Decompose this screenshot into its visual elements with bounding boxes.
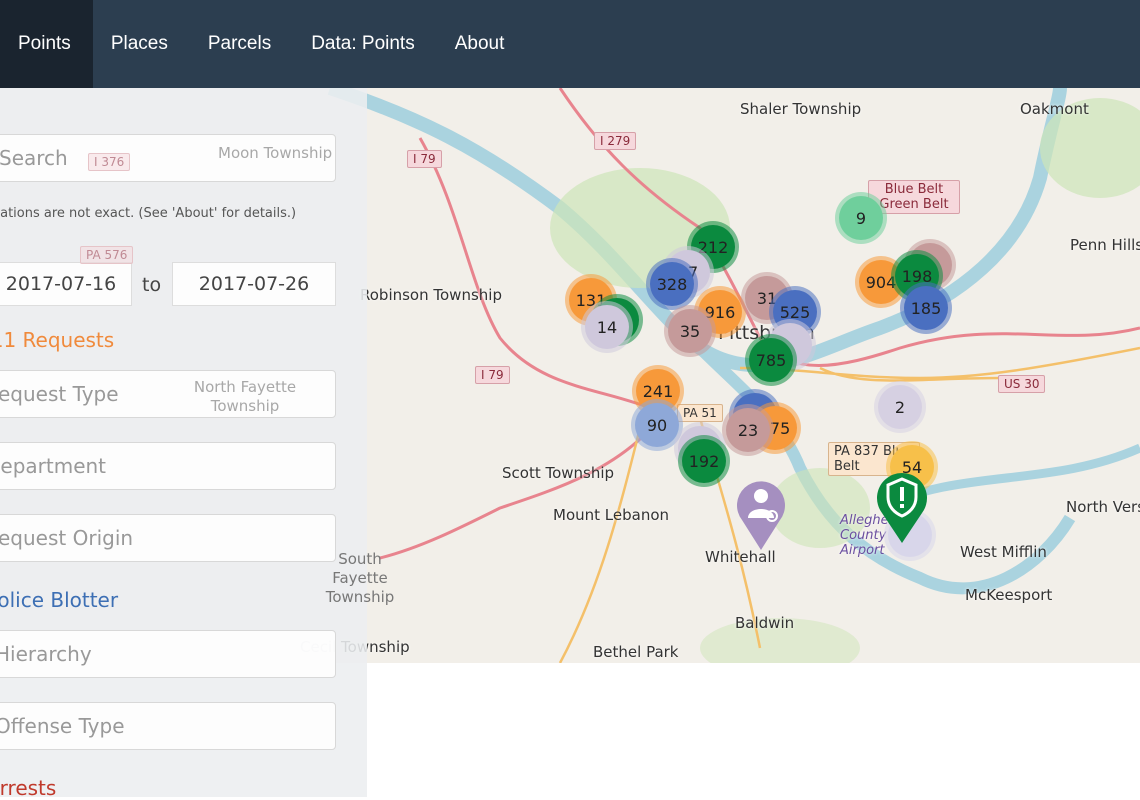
road-shield: PA 51 [677,404,723,422]
map-label: Robinson Township [360,286,502,304]
hierarchy-select[interactable]: Hierarchy [0,630,336,678]
map-label: Mount Lebanon [553,506,670,524]
nav-about[interactable]: About [437,0,527,88]
map-label: North Versailles [1066,498,1140,516]
nav-data-points[interactable]: Data: Points [293,0,437,88]
request-origin-select[interactable]: Request Origin [0,514,336,562]
road-shield: I 79 [407,150,442,168]
police-heading[interactable]: Police Blotter [0,588,118,612]
road-shield: PA 576 [80,246,134,264]
map-label: Shaler Township [740,100,862,118]
map-label: McKeesport [965,586,1053,604]
date-from-input[interactable]: 2017-07-16 [0,262,132,306]
date-to-input[interactable]: 2017-07-26 [172,262,336,306]
road-shield: I 279 [594,132,637,150]
map-label: Baldwin [735,614,795,632]
top-nav: Points Places Parcels Data: Points About [0,0,1140,88]
cluster-marker[interactable]: 2 [878,385,922,429]
nav-points[interactable]: Points [0,0,93,88]
requests-heading[interactable]: 311 Requests [0,328,114,352]
cluster-marker[interactable]: 328 [650,262,694,306]
sidebar: Search Locations are not exact. (See 'Ab… [0,88,367,800]
nav-parcels[interactable]: Parcels [190,0,293,88]
map-label: West Mifflin [960,543,1047,561]
cluster-marker[interactable]: 185 [904,286,948,330]
map-label: Whitehall [705,548,776,566]
location-note: Locations are not exact. (See 'About' fo… [0,206,297,221]
date-to-label: to [142,274,162,296]
cluster-marker[interactable]: 9 [839,196,883,240]
cluster-marker[interactable]: 35 [668,309,712,353]
shield-alert-icon[interactable] [876,471,928,543]
user-gear-icon[interactable] [736,478,786,550]
map-label: Moon Township [218,144,333,162]
department-select[interactable]: Department [0,442,336,490]
road-shield: US 30 [998,375,1046,393]
map-label: Oakmont [1020,100,1089,118]
map-label: Scott Township [502,464,615,482]
arrests-heading[interactable]: Arrests [0,776,56,800]
cluster-marker[interactable]: 90 [635,403,679,447]
map-label: Bethel Park [593,643,679,661]
cluster-marker[interactable]: 192 [682,439,726,483]
offense-type-select[interactable]: Offense Type [0,702,336,750]
cluster-marker[interactable]: 23 [726,408,770,452]
road-shield: Blue Belt Green Belt [868,180,960,214]
nav-places[interactable]: Places [93,0,190,88]
map-label: Penn Hills [1070,236,1140,254]
map-label: South Fayette Township [325,550,395,606]
map-label: North Fayette Township [193,378,297,415]
road-shield: I 376 [88,153,131,171]
cluster-marker[interactable]: 14 [585,305,629,349]
cluster-marker[interactable]: 785 [749,338,793,382]
road-shield: I 79 [475,366,510,384]
